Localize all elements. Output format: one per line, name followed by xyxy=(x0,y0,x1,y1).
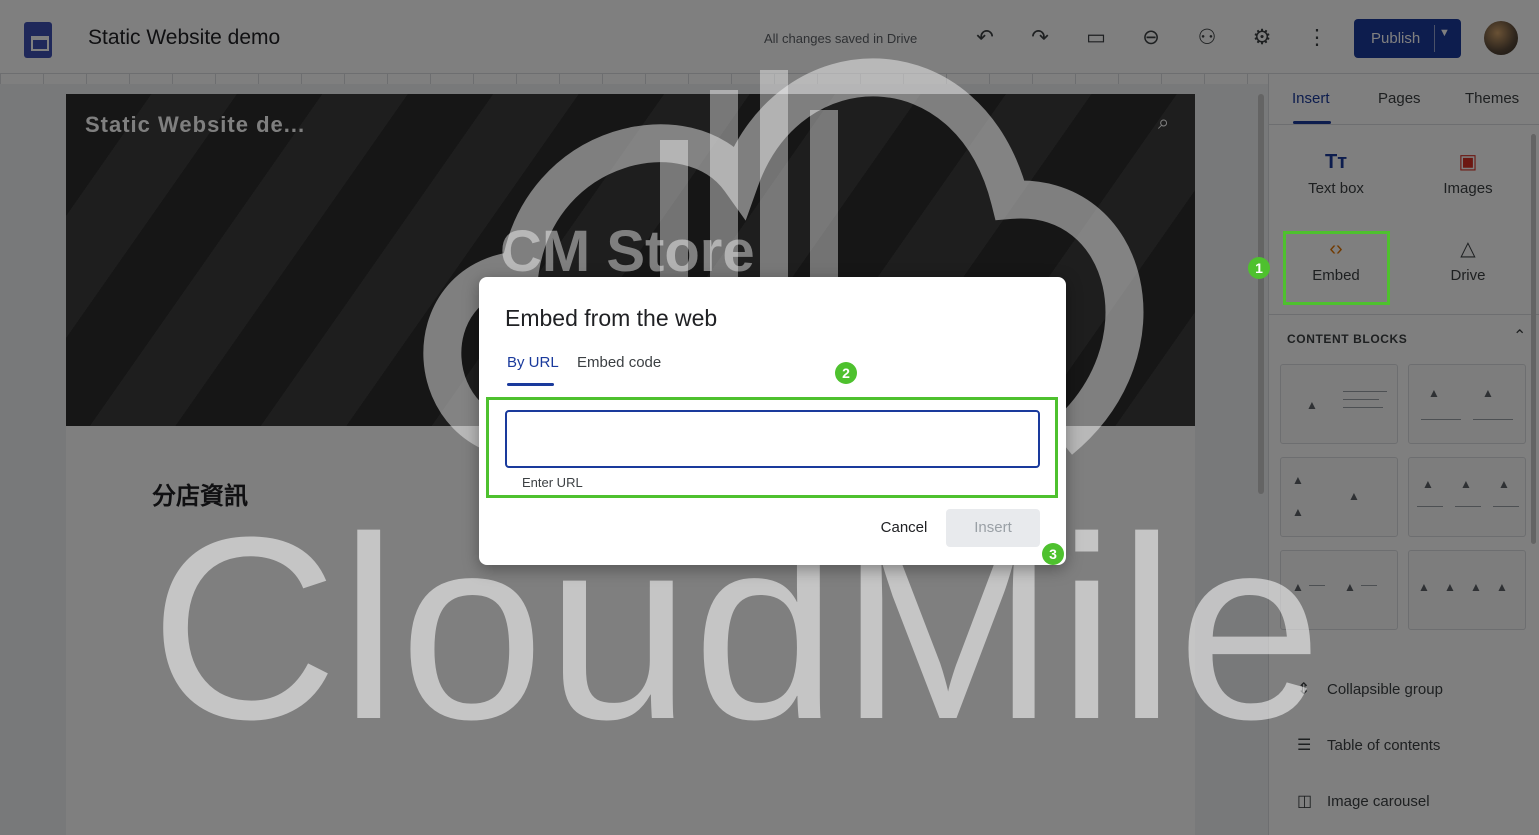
tab-embed-code[interactable]: Embed code xyxy=(577,354,661,371)
tab-by-url[interactable]: By URL xyxy=(507,354,559,371)
dialog-tab-indicator xyxy=(507,383,554,386)
dialog-title: Embed from the web xyxy=(505,305,718,331)
step-badge-2: 2 xyxy=(835,362,857,384)
insert-button[interactable]: Insert xyxy=(946,509,1040,547)
step-badge-3: 3 xyxy=(1042,543,1064,565)
highlight-embed xyxy=(1283,231,1390,305)
sites-editor: Static Website demo All changes saved in… xyxy=(0,0,1539,835)
highlight-url-field xyxy=(486,397,1058,498)
step-badge-1: 1 xyxy=(1248,257,1270,279)
cancel-button[interactable]: Cancel xyxy=(869,509,939,547)
